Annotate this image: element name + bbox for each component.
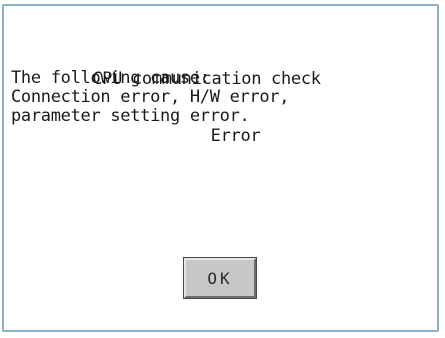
error-message: The following cause: Connection error, H… (11, 69, 289, 126)
message-line-errors: Connection error, H/W error, (11, 87, 290, 107)
dialog-title-status: Error (210, 126, 261, 146)
message-line-cause: The following cause: (11, 68, 210, 88)
message-line-parameter: parameter setting error. (11, 106, 250, 126)
ok-button[interactable]: OK (183, 257, 257, 299)
error-dialog: CPU communication check Error The follow… (2, 4, 439, 332)
